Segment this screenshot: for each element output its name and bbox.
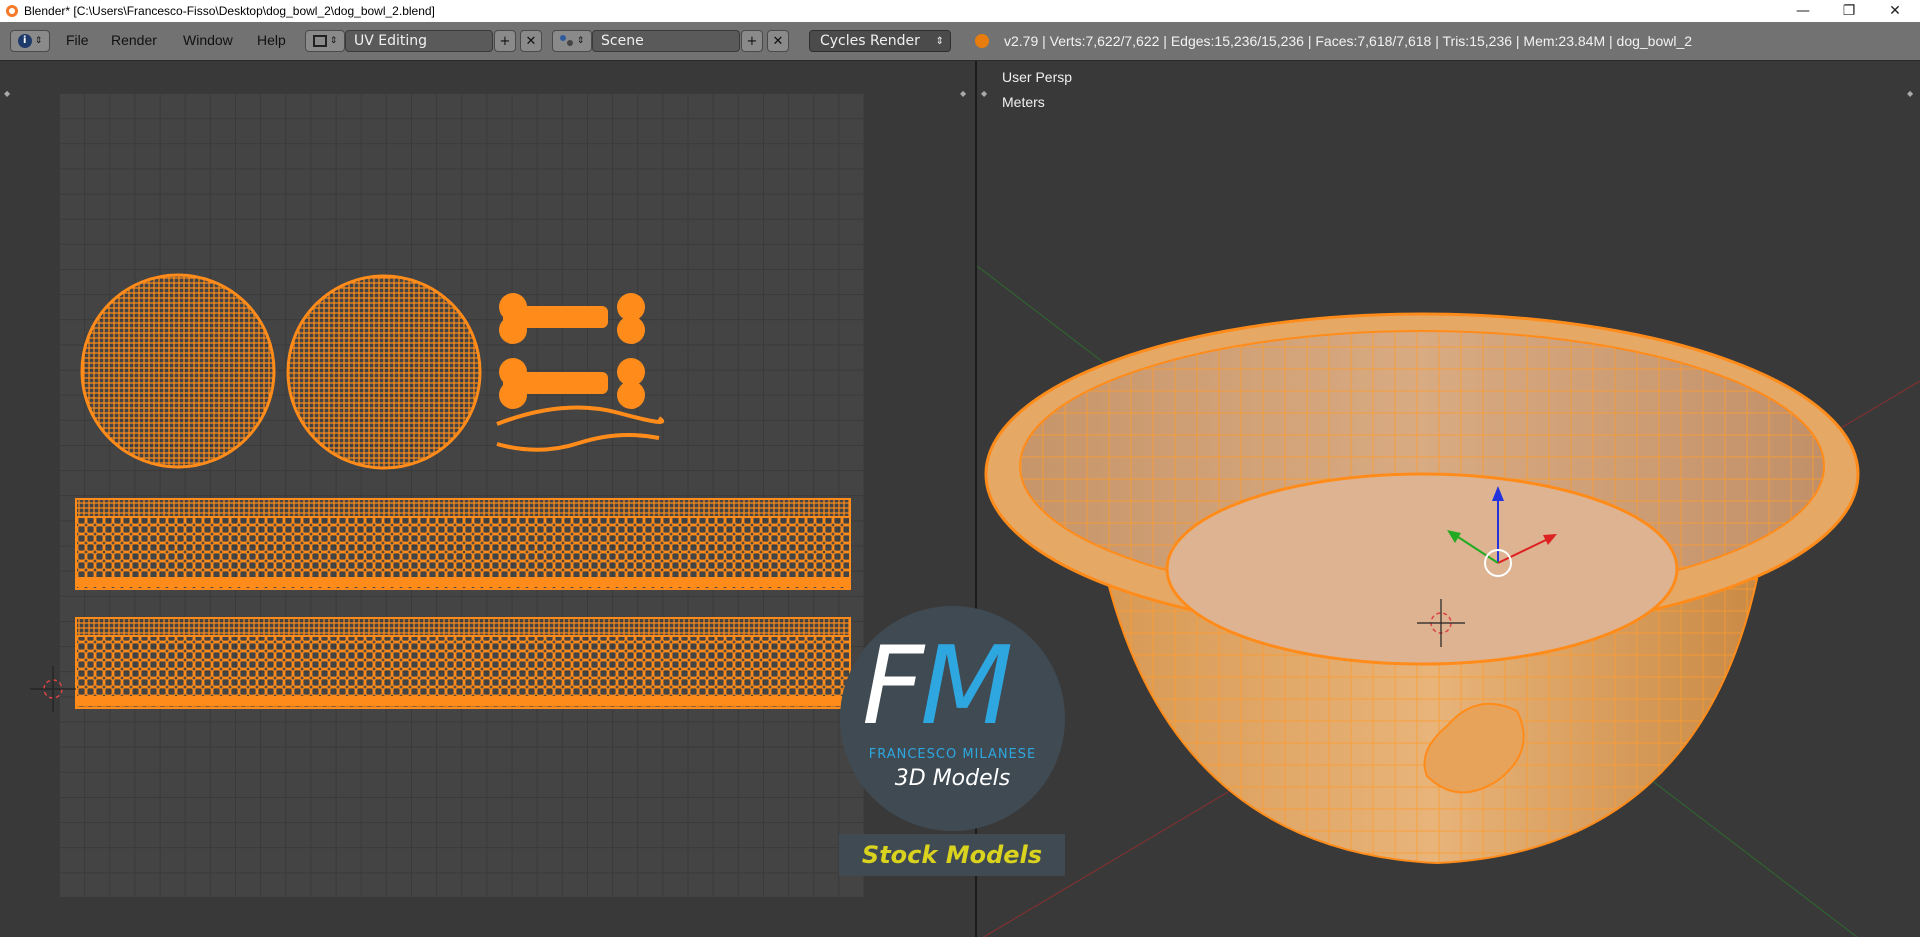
restore-button[interactable]: ❐ xyxy=(1826,0,1872,22)
uv-grid-canvas[interactable] xyxy=(59,93,864,897)
close-icon: ✕ xyxy=(525,33,537,49)
uv-island-strip-1 xyxy=(75,498,851,590)
info-icon: i xyxy=(17,34,32,48)
logo-author-name: FRANCESCO MILANESE xyxy=(868,747,1037,762)
layout-icon xyxy=(312,35,327,47)
remove-screen-button[interactable]: ✕ xyxy=(520,30,542,52)
minimize-button[interactable]: — xyxy=(1780,0,1826,22)
add-screen-button[interactable]: + xyxy=(494,30,516,52)
fm-logo-letters: FM xyxy=(862,632,1013,742)
scene-field[interactable]: Scene xyxy=(592,30,740,52)
remove-scene-button[interactable]: ✕ xyxy=(767,30,789,52)
menu-help[interactable]: Help xyxy=(257,32,286,48)
uv-island-bone-2 xyxy=(499,358,645,409)
window-title: Blender* [C:\Users\Francesco-Fisso\Deskt… xyxy=(24,4,435,18)
window-titlebar: Blender* [C:\Users\Francesco-Fisso\Deskt… xyxy=(0,0,1920,22)
info-header: i ⇕ File Render Window Help ⇕ UV Editing… xyxy=(0,22,1920,61)
chevron-updown-icon: ⇕ xyxy=(576,36,585,46)
scene-statistics: v2.79 | Verts:7,622/7,622 | Edges:15,236… xyxy=(1004,33,1693,49)
editor-type-button[interactable]: i ⇕ xyxy=(10,30,50,52)
menu-render[interactable]: Render xyxy=(111,32,157,48)
close-window-button[interactable]: ✕ xyxy=(1872,0,1918,22)
uv-island-circle-1 xyxy=(80,273,276,469)
chevron-updown-icon: ⇕ xyxy=(935,35,944,47)
render-engine-label: Cycles Render xyxy=(820,33,920,49)
screen-layout-browse-button[interactable]: ⇕ xyxy=(305,30,345,52)
logo-letter-m: M xyxy=(920,624,1013,749)
blender-logo-icon xyxy=(975,34,989,48)
scene-browse-button[interactable]: ⇕ xyxy=(552,30,592,52)
area-corner-icon[interactable]: ◆ xyxy=(960,89,968,98)
logo-stock-banner: Stock Models xyxy=(839,834,1065,876)
uv-2d-cursor-icon[interactable] xyxy=(30,666,76,712)
plus-icon: + xyxy=(499,33,511,49)
scene-icon xyxy=(559,35,574,47)
uv-island-strip-2 xyxy=(75,617,851,709)
3d-viewport[interactable]: User Persp Meters ◆ ◆ xyxy=(977,61,1920,937)
add-scene-button[interactable]: + xyxy=(741,30,763,52)
uv-island-circle-2 xyxy=(286,274,482,470)
viewport-scene[interactable] xyxy=(977,61,1920,937)
area-corner-icon[interactable]: ◆ xyxy=(4,89,12,98)
blender-logo-icon xyxy=(6,5,18,17)
close-icon: ✕ xyxy=(772,33,784,49)
uv-island-bone-1 xyxy=(499,293,645,344)
plus-icon: + xyxy=(746,33,758,49)
uv-image-editor[interactable]: ◆ ◆ xyxy=(0,61,975,937)
logo-letter-f: F xyxy=(862,624,924,749)
screen-layout-field[interactable]: UV Editing xyxy=(345,30,493,52)
menu-window[interactable]: Window xyxy=(183,32,233,48)
chevron-updown-icon: ⇕ xyxy=(329,36,338,46)
bowl-bottom xyxy=(1165,472,1679,666)
render-engine-dropdown[interactable]: Cycles Render ⇕ xyxy=(809,30,951,52)
menu-file[interactable]: File xyxy=(66,32,89,48)
uv-island-wave-1 xyxy=(496,405,665,426)
logo-subtitle: 3D Models xyxy=(894,766,1011,791)
uv-islands[interactable] xyxy=(59,93,864,897)
chevron-updown-icon: ⇕ xyxy=(34,36,43,46)
uv-island-wave-2 xyxy=(496,432,660,452)
